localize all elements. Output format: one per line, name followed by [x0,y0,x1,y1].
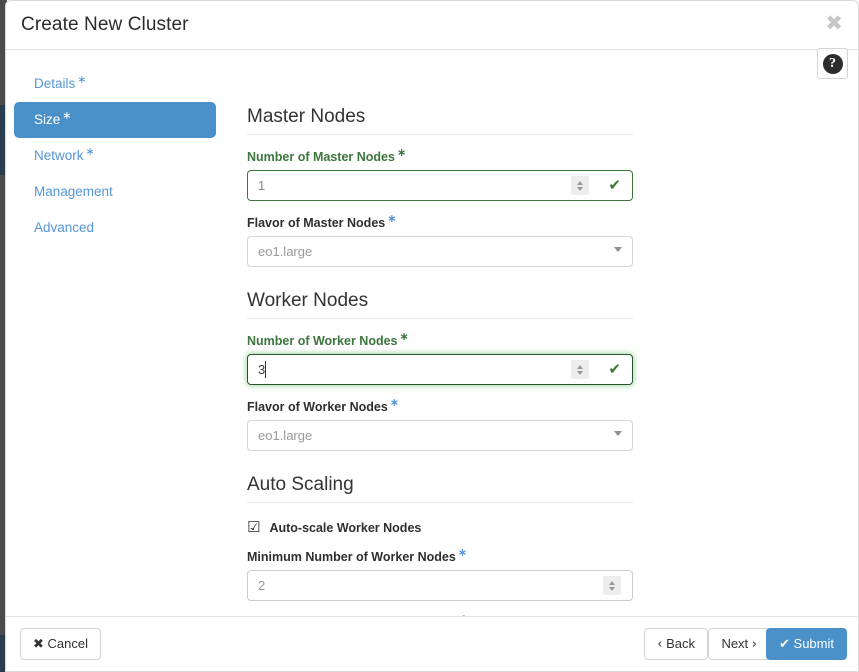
field-number-of-worker-nodes: ✔ [247,354,633,385]
sidebar-item-label: Size [34,112,61,127]
auto-scale-worker-nodes-label: Auto-scale Worker Nodes [269,520,422,535]
checkbox-checked-icon[interactable]: ☑ [247,520,260,535]
close-icon: ✖ [33,637,44,652]
next-button-label: Next [721,636,749,651]
modal-header: Create New Cluster ✖ [6,1,858,50]
valid-check-icon: ✔ [608,176,621,194]
sidebar-item-label: Advanced [34,220,95,235]
page-title: Create New Cluster [21,14,189,35]
sidebar-item-management[interactable]: Management [14,174,216,210]
number-stepper-minimum-worker-nodes[interactable] [603,576,621,595]
valid-check-icon: ✔ [608,360,621,378]
label-minimum-number-of-worker-nodes: Minimum Number of Worker Nodes ∗ [247,545,468,564]
chevron-up-icon [609,580,615,585]
chevron-up-icon [577,364,583,369]
next-button[interactable]: Next › [708,628,770,660]
number-stepper-master-nodes[interactable] [571,176,589,195]
text-caret [265,361,266,378]
section-heading-auto-scaling: Auto Scaling [247,474,633,503]
back-button[interactable]: ‹ Back [644,628,708,660]
check-icon: ✔ [779,637,790,652]
chevron-down-icon [577,186,583,191]
modal-footer: ✖ Cancel ‹ Back Next › ✔ Submit [6,616,858,671]
cancel-button[interactable]: ✖ Cancel [20,628,101,660]
submit-button-label: Submit [793,636,834,651]
chevron-right-icon: › [751,637,757,652]
sidebar-item-details[interactable]: Details ∗ [14,66,216,102]
sidebar-item-network[interactable]: Network ∗ [14,138,216,174]
label-flavor-of-worker-nodes: Flavor of Worker Nodes ∗ [247,395,399,414]
cancel-button-label: Cancel [47,636,88,651]
chevron-down-icon [577,370,583,375]
form-column: Master Nodes Number of Master Nodes∗ ✔ F… [247,50,633,618]
back-button-label: Back [666,636,695,651]
help-circle-icon: ? [822,53,843,74]
sidebar-item-advanced[interactable]: Advanced [14,210,216,246]
sidebar-item-label: Management [34,184,113,199]
sidebar-item-label: Details [34,76,76,91]
section-heading-worker-nodes: Worker Nodes [247,290,633,319]
close-icon[interactable]: ✖ [823,12,845,34]
chevron-left-icon: ‹ [657,637,663,652]
label-flavor-of-master-nodes: Flavor of Master Nodes ∗ [247,211,397,230]
submit-button[interactable]: ✔ Submit [766,628,847,660]
field-flavor-of-worker-nodes: eo1.large [247,420,633,451]
chevron-down-icon [609,586,615,591]
field-number-of-master-nodes: ✔ [247,170,633,201]
flavor-of-worker-nodes-select[interactable]: eo1.large [247,420,633,451]
flavor-of-master-nodes-select[interactable]: eo1.large [247,236,633,267]
sidebar-item-size[interactable]: Size ∗ [14,102,216,138]
label-number-of-master-nodes: Number of Master Nodes ∗ [247,145,407,164]
modal-body: Details ∗ Size ∗ Network ∗ Management Advan… [6,50,858,618]
chevron-up-icon [577,180,583,185]
wizard-sidebar: Details ∗ Size ∗ Network ∗ Management Advan… [6,50,224,246]
help-button[interactable]: ? [817,48,848,79]
sidebar-item-label: Network [34,148,84,163]
label-number-of-worker-nodes: Number of Worker Nodes ∗ [247,329,409,348]
number-stepper-worker-nodes[interactable] [571,360,589,379]
create-cluster-modal: Create New Cluster ✖ ? Details ∗ Size ∗ Ne… [5,0,859,672]
section-heading-master-nodes: Master Nodes [247,106,633,135]
auto-scale-worker-nodes-row[interactable]: ☑ Auto-scale Worker Nodes [247,520,633,535]
minimum-worker-nodes-input[interactable] [247,570,633,601]
field-minimum-number-of-worker-nodes [247,570,633,601]
field-flavor-of-master-nodes: eo1.large [247,236,633,267]
